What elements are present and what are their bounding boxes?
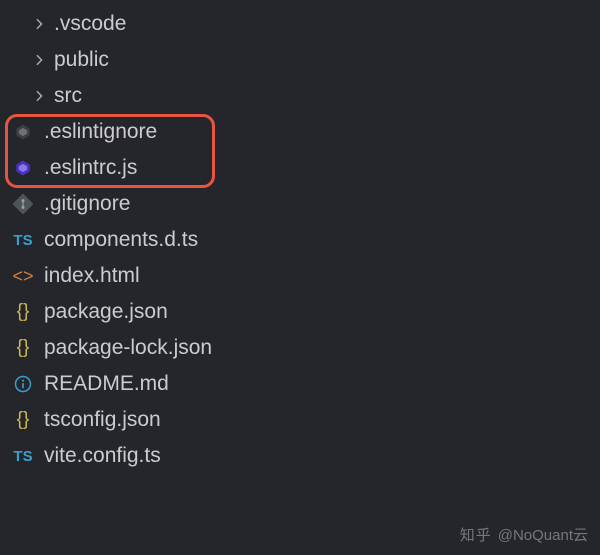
file-gitignore[interactable]: .gitignore <box>0 186 600 222</box>
html-icon: <> <box>12 265 34 287</box>
file-components-dts[interactable]: TS components.d.ts <box>0 222 600 258</box>
file-label: .eslintrc.js <box>44 156 137 180</box>
watermark-handle: @NoQuant云 <box>498 524 588 545</box>
json-icon: {} <box>12 301 34 323</box>
folder-label: src <box>54 84 82 108</box>
file-label: tsconfig.json <box>44 408 161 432</box>
file-label: .gitignore <box>44 192 130 216</box>
file-tsconfig[interactable]: {} tsconfig.json <box>0 402 600 438</box>
typescript-icon: TS <box>12 445 34 467</box>
folder-public[interactable]: public <box>0 42 600 78</box>
typescript-icon: TS <box>12 229 34 251</box>
watermark: 知乎 @NoQuant云 <box>460 524 588 545</box>
file-label: vite.config.ts <box>44 444 161 468</box>
folder-vscode[interactable]: .vscode <box>0 6 600 42</box>
eslint-icon <box>12 157 34 179</box>
folder-src[interactable]: src <box>0 78 600 114</box>
file-tree: .vscode public src .eslintignore .eslint… <box>0 0 600 474</box>
json-icon: {} <box>12 337 34 359</box>
file-eslintrc[interactable]: .eslintrc.js <box>0 150 600 186</box>
folder-label: public <box>54 48 109 72</box>
file-index-html[interactable]: <> index.html <box>0 258 600 294</box>
watermark-brand: 知乎 <box>460 524 492 545</box>
eslint-icon <box>12 121 34 143</box>
file-label: package-lock.json <box>44 336 212 360</box>
info-icon <box>12 373 34 395</box>
file-label: package.json <box>44 300 168 324</box>
file-readme[interactable]: README.md <box>0 366 600 402</box>
json-icon: {} <box>12 409 34 431</box>
file-label: index.html <box>44 264 140 288</box>
file-label: README.md <box>44 372 169 396</box>
chevron-right-icon <box>30 15 48 33</box>
file-package-lock[interactable]: {} package-lock.json <box>0 330 600 366</box>
file-vite-config[interactable]: TS vite.config.ts <box>0 438 600 474</box>
folder-label: .vscode <box>54 12 126 36</box>
file-label: components.d.ts <box>44 228 198 252</box>
file-package-json[interactable]: {} package.json <box>0 294 600 330</box>
chevron-right-icon <box>30 87 48 105</box>
file-eslintignore[interactable]: .eslintignore <box>0 114 600 150</box>
git-icon <box>12 193 34 215</box>
chevron-right-icon <box>30 51 48 69</box>
file-label: .eslintignore <box>44 120 157 144</box>
